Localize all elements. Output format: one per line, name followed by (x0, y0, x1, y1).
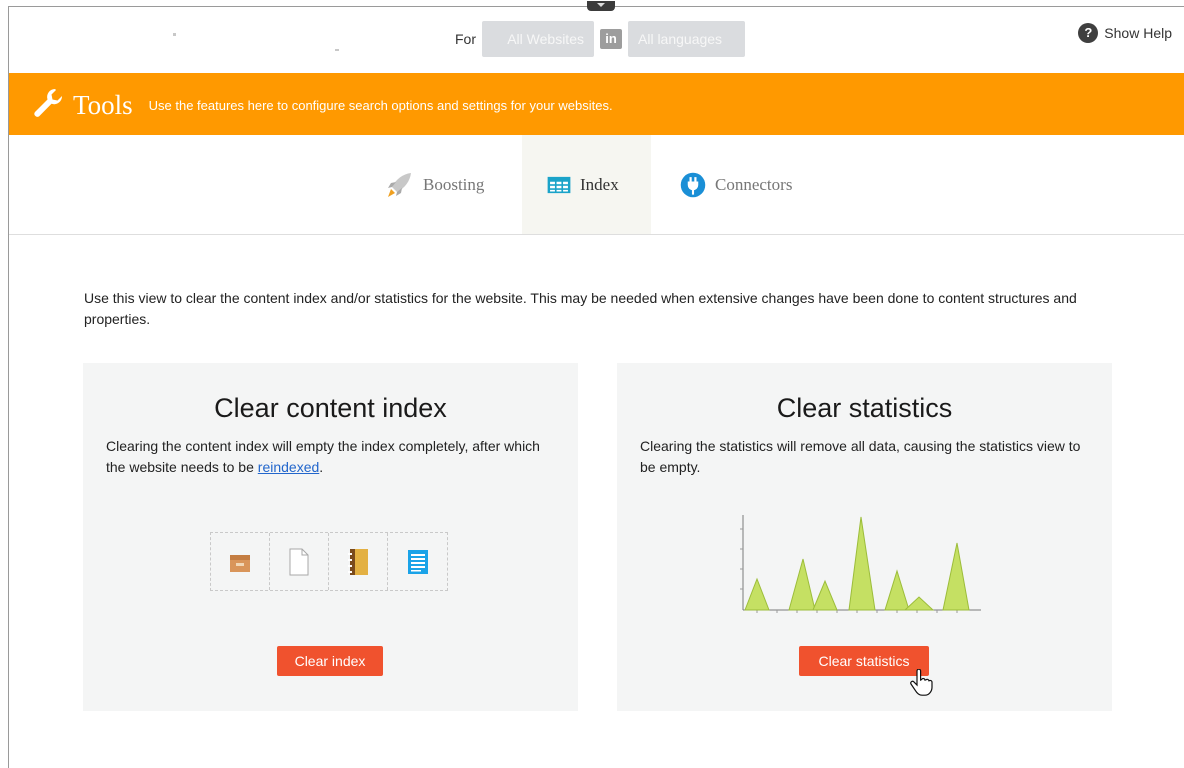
clear-index-card: Clear content index Clearing the content… (83, 363, 578, 711)
clear-index-description: Clearing the content index will empty th… (106, 438, 540, 475)
intro-text: Use this view to clear the content index… (84, 290, 1077, 327)
tab-connectors-label: Connectors (715, 174, 793, 194)
question-icon: ? (1078, 23, 1099, 43)
languages-selector[interactable]: All languages (628, 21, 745, 57)
clear-statistics-description: Clearing the statistics will remove all … (640, 438, 1081, 475)
hand-cursor-icon (910, 669, 933, 696)
for-label: For (455, 31, 476, 47)
plug-icon (680, 172, 706, 197)
context-filter: For All Websites in All languages (455, 21, 745, 57)
tab-index-label: Index (580, 174, 619, 194)
box-icon (230, 554, 250, 572)
clear-statistics-title: Clear statistics (776, 393, 953, 423)
reindexed-link[interactable]: reindexed (258, 459, 320, 475)
tools-banner: Tools Use the features here to configure… (9, 73, 1184, 135)
clear-statistics-card: Clear statistics Clearing the statistics… (617, 363, 1112, 711)
document-lines-icon (407, 549, 428, 574)
statistics-chart-illustration (740, 515, 981, 613)
clear-index-title: Clear content index (214, 393, 447, 423)
top-bar: For All Websites in All languages ? Show… (9, 1, 1184, 73)
page-icon (289, 548, 309, 575)
clear-index-button[interactable]: Clear index (277, 646, 383, 676)
wrench-icon (34, 89, 63, 117)
websites-selector[interactable]: All Websites (482, 21, 594, 57)
tab-index[interactable]: Index (522, 135, 651, 234)
notebook-icon (348, 548, 368, 575)
tab-boosting[interactable]: Boosting (383, 135, 484, 234)
rocket-icon (388, 172, 411, 197)
table-icon (547, 176, 571, 193)
collapse-toggle[interactable] (587, 1, 615, 11)
page-title: Tools (73, 89, 133, 120)
show-help-label: Show Help (1104, 25, 1172, 41)
tab-boosting-label: Boosting (423, 174, 485, 194)
tab-connectors[interactable]: Connectors (679, 135, 792, 234)
tools-tabs: Boosting Index Connectors (9, 135, 1184, 235)
page-description: Use the features here to configure searc… (148, 98, 613, 113)
app-frame: For All Websites in All languages ? Show… (8, 1, 1184, 768)
content-types-illustration (210, 532, 448, 591)
in-label: in (600, 29, 622, 49)
show-help-link[interactable]: ? Show Help (1078, 23, 1172, 43)
